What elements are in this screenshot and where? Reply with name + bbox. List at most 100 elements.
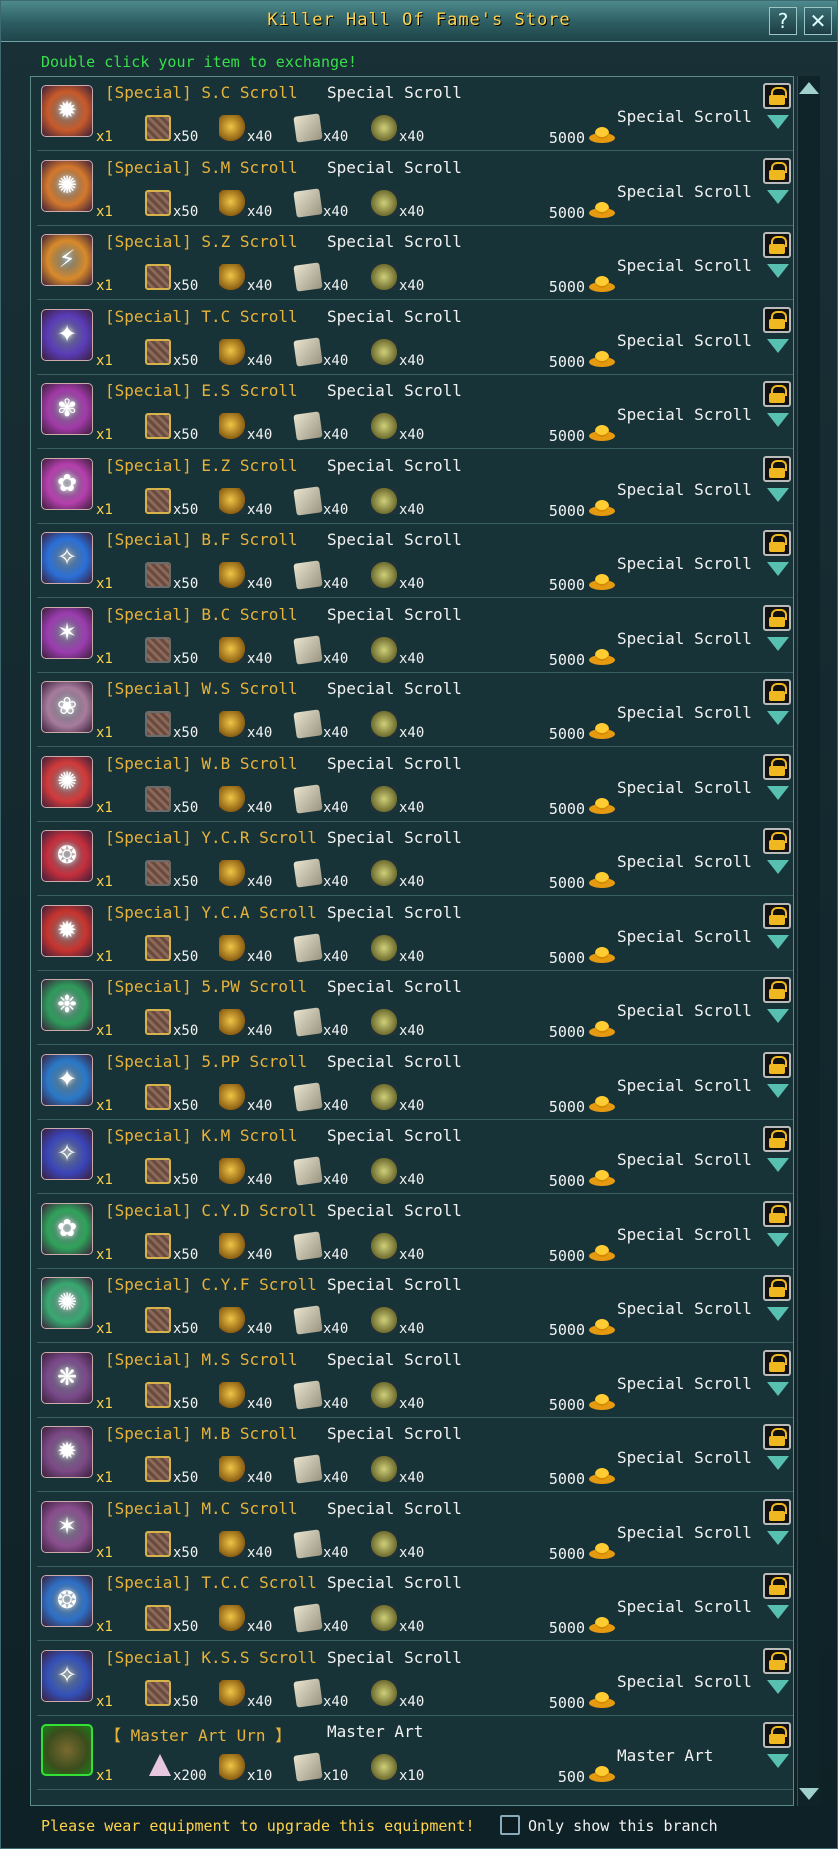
lock-icon[interactable] [763, 679, 791, 705]
expand-arrow-icon[interactable] [767, 1009, 789, 1023]
store-item-row[interactable]: ✿ x1 [Special] C.Y.D Scroll Special Scroll x… [37, 1195, 793, 1269]
expand-arrow-icon[interactable] [767, 413, 789, 427]
scroll-up-arrow-icon[interactable] [799, 82, 819, 94]
expand-arrow-icon[interactable] [767, 562, 789, 576]
scroll-icon[interactable]: ✹ [41, 1426, 93, 1478]
lock-icon[interactable] [763, 1722, 791, 1748]
store-item-row[interactable]: ✹ x1 [Special] Y.C.A Scroll Special Scroll x… [37, 897, 793, 971]
expand-arrow-icon[interactable] [767, 1605, 789, 1619]
lock-icon[interactable] [763, 232, 791, 258]
expand-arrow-icon[interactable] [767, 934, 789, 949]
store-item-row[interactable]: ✦ x1 [Special] T.C Scroll Special Scroll x50… [37, 301, 793, 375]
item-name[interactable]: [Special] S.M Scroll [105, 158, 298, 177]
scroll-icon[interactable]: ✿ [41, 457, 93, 510]
scroll-icon[interactable]: ✦ [41, 1053, 93, 1106]
scroll-icon[interactable]: ❉ [41, 979, 93, 1031]
lock-icon[interactable] [763, 604, 791, 631]
scroll-icon[interactable]: ✧ [41, 1128, 93, 1180]
store-item-row[interactable]: x1 【 Master Art Urn 】 Master Art x200 x10 x10… [37, 1716, 793, 1790]
help-button[interactable]: ? [769, 7, 797, 35]
lock-icon[interactable] [763, 83, 791, 109]
expand-arrow-icon[interactable] [767, 1307, 789, 1321]
expand-arrow-icon[interactable] [767, 1158, 789, 1172]
lock-icon[interactable] [763, 1498, 791, 1525]
store-item-row[interactable]: ✦ x1 [Special] 5.PP Scroll Special Scroll x5… [37, 1046, 793, 1120]
store-item-row[interactable]: ❉ x1 [Special] 5.PW Scroll Special Scroll x5… [37, 971, 793, 1045]
item-name[interactable]: [Special] K.M Scroll [105, 1126, 298, 1145]
item-name[interactable]: [Special] W.S Scroll [105, 679, 298, 698]
lock-icon[interactable] [763, 1126, 791, 1152]
store-item-row[interactable]: ✺ x1 [Special] C.Y.F Scroll Special Scroll x… [37, 1269, 793, 1343]
item-name[interactable]: [Special] C.Y.D Scroll [105, 1201, 317, 1220]
scroll-down-arrow-icon[interactable] [799, 1788, 819, 1800]
lock-icon[interactable] [763, 1051, 791, 1078]
scroll-icon[interactable]: ✧ [41, 532, 93, 584]
lock-icon[interactable] [763, 753, 791, 780]
lock-icon[interactable] [763, 530, 791, 556]
lock-icon[interactable] [763, 902, 791, 929]
scroll-icon[interactable]: ⚡ [41, 234, 93, 286]
expand-arrow-icon[interactable] [767, 115, 789, 129]
close-button[interactable]: ✕ [804, 7, 832, 35]
item-name[interactable]: [Special] M.C Scroll [105, 1499, 298, 1518]
item-name[interactable]: [Special] S.C Scroll [105, 83, 298, 102]
only-show-branch-checkbox[interactable] [500, 1815, 520, 1835]
lock-icon[interactable] [763, 306, 791, 333]
lock-icon[interactable] [763, 977, 791, 1003]
store-item-row[interactable]: ✧ x1 [Special] K.M Scroll Special Scroll x50… [37, 1120, 793, 1194]
expand-arrow-icon[interactable] [767, 1530, 789, 1545]
item-name[interactable]: [Special] Y.C.A Scroll [105, 903, 317, 922]
store-item-row[interactable]: ✶ x1 [Special] B.C Scroll Special Scroll x50… [37, 599, 793, 673]
lock-icon[interactable] [763, 1349, 791, 1376]
lock-icon[interactable] [763, 1275, 791, 1301]
expand-arrow-icon[interactable] [767, 860, 789, 874]
expand-arrow-icon[interactable] [767, 1456, 789, 1470]
store-item-row[interactable]: ❂ x1 [Special] Y.C.R Scroll Special Scroll x… [37, 822, 793, 896]
expand-arrow-icon[interactable] [767, 1754, 789, 1768]
store-item-row[interactable]: ✺ x1 [Special] W.B Scroll Special Scroll x50… [37, 748, 793, 822]
item-name[interactable]: [Special] E.Z Scroll [105, 456, 298, 475]
scroll-icon[interactable]: ✦ [41, 308, 93, 361]
scroll-icon[interactable]: ✧ [41, 1649, 93, 1702]
store-item-row[interactable]: ❋ x1 [Special] M.S Scroll Special Scroll x50… [37, 1344, 793, 1418]
scroll-icon[interactable]: ✺ [41, 755, 93, 808]
scroll-icon[interactable]: ✶ [41, 1500, 93, 1553]
store-item-row[interactable]: ❂ x1 [Special] T.C.C Scroll Special Scroll x… [37, 1567, 793, 1641]
scroll-icon[interactable]: ✾ [41, 383, 93, 435]
store-item-row[interactable]: ❀ x1 [Special] W.S Scroll Special Scroll x50… [37, 673, 793, 747]
lock-icon[interactable] [763, 1573, 791, 1599]
item-name[interactable]: [Special] M.S Scroll [105, 1350, 298, 1369]
item-name[interactable]: [Special] E.S Scroll [105, 381, 298, 400]
lock-icon[interactable] [763, 1647, 791, 1674]
expand-arrow-icon[interactable] [767, 189, 789, 204]
scroll-icon[interactable]: ❂ [41, 1575, 93, 1627]
lock-icon[interactable] [763, 1200, 791, 1227]
store-item-row[interactable]: ✾ x1 [Special] E.S Scroll Special Scroll x50… [37, 375, 793, 449]
scroll-icon[interactable]: ✶ [41, 606, 93, 659]
item-name[interactable]: [Special] T.C Scroll [105, 307, 298, 326]
expand-arrow-icon[interactable] [767, 711, 789, 725]
item-name[interactable]: [Special] S.Z Scroll [105, 232, 298, 251]
lock-icon[interactable] [763, 1424, 791, 1450]
item-name[interactable]: [Special] B.C Scroll [105, 605, 298, 624]
scroll-icon[interactable]: ❋ [41, 1351, 93, 1404]
store-item-row[interactable]: ✿ x1 [Special] E.Z Scroll Special Scroll x50… [37, 450, 793, 524]
scroll-icon[interactable]: ✺ [41, 1277, 93, 1329]
item-name[interactable]: [Special] 5.PW Scroll [105, 977, 307, 996]
item-name[interactable]: [Special] W.B Scroll [105, 754, 298, 773]
store-item-row[interactable]: ✺ x1 [Special] S.M Scroll Special Scroll x50… [37, 152, 793, 226]
expand-arrow-icon[interactable] [767, 1232, 789, 1247]
item-name[interactable]: [Special] B.F Scroll [105, 530, 298, 549]
scroll-icon[interactable]: ❀ [41, 681, 93, 733]
store-item-row[interactable]: ⚡ x1 [Special] S.Z Scroll Special Scroll x50… [37, 226, 793, 300]
expand-arrow-icon[interactable] [767, 1381, 789, 1396]
item-name[interactable]: [Special] C.Y.F Scroll [105, 1275, 317, 1294]
lock-icon[interactable] [763, 157, 791, 184]
expand-arrow-icon[interactable] [767, 338, 789, 353]
title-bar[interactable]: Killer Hall Of Fame's Store [1, 1, 837, 42]
store-item-row[interactable]: ✶ x1 [Special] M.C Scroll Special Scroll x50… [37, 1493, 793, 1567]
urn-icon[interactable] [41, 1724, 93, 1776]
only-show-branch-label[interactable]: Only show this branch [528, 1817, 718, 1835]
expand-arrow-icon[interactable] [767, 487, 789, 502]
lock-icon[interactable] [763, 828, 791, 854]
